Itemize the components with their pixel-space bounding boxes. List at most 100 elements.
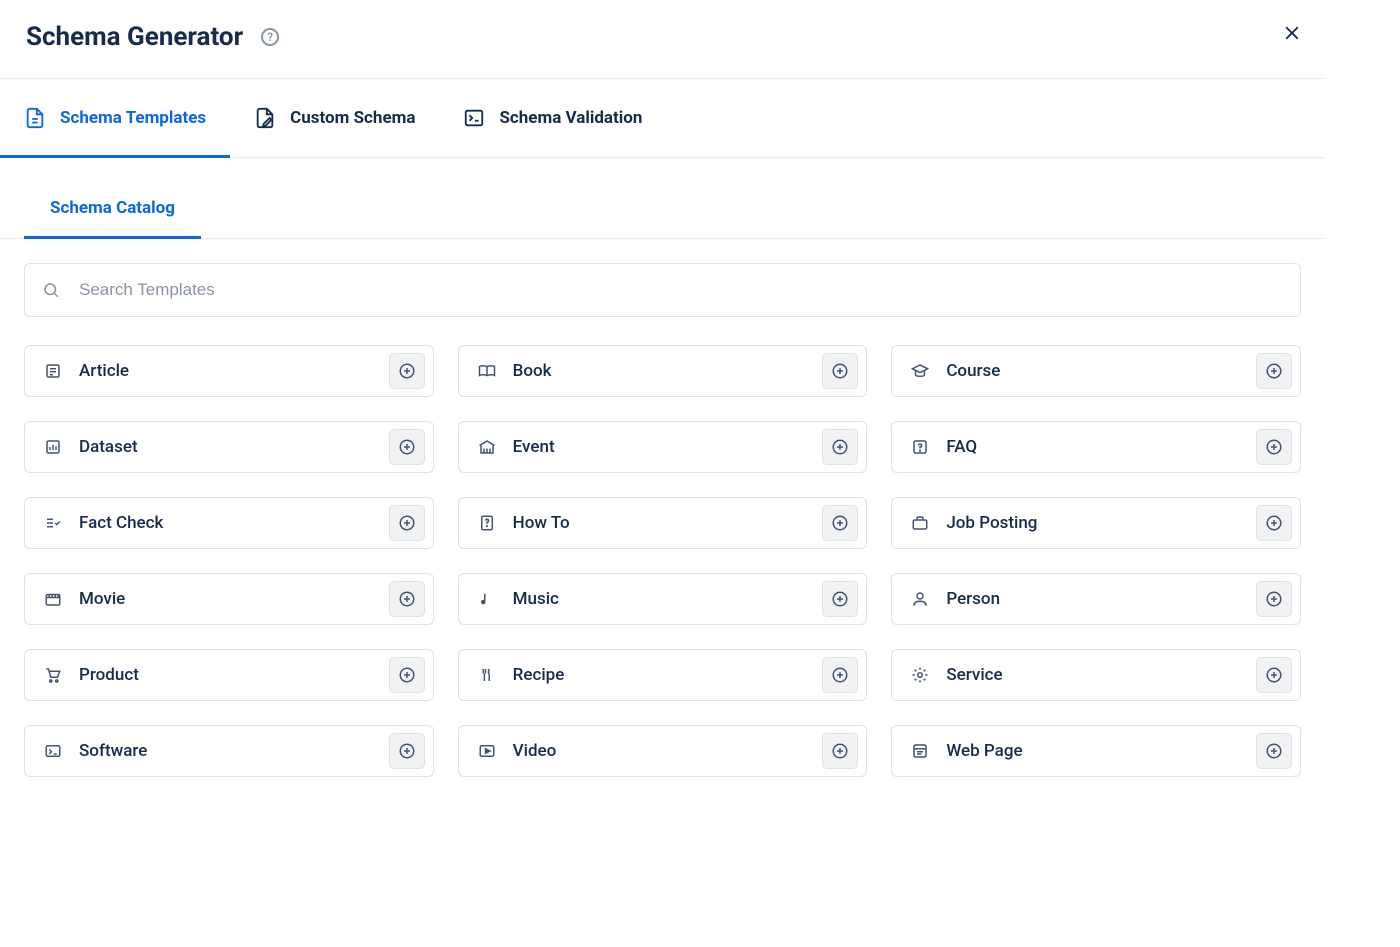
recipe-icon: [477, 665, 497, 685]
template-grid: Article Book Course Dataset Event FAQ Fact Che…: [24, 345, 1301, 777]
add-template-button[interactable]: [1256, 505, 1292, 541]
template-card-label: Course: [946, 361, 1256, 381]
help-icon[interactable]: ?: [261, 28, 279, 46]
template-card-event[interactable]: Event: [458, 421, 868, 473]
add-template-button[interactable]: [822, 581, 858, 617]
add-template-button[interactable]: [1256, 353, 1292, 389]
add-template-button[interactable]: [389, 505, 425, 541]
tab-label: Schema Templates: [60, 108, 206, 128]
add-template-button[interactable]: [822, 657, 858, 693]
file-edit-icon: [254, 107, 276, 129]
template-card-label: Article: [79, 361, 389, 381]
template-card-label: Person: [946, 589, 1256, 609]
faq-icon: [910, 437, 930, 457]
template-card-service[interactable]: Service: [891, 649, 1301, 701]
template-card-label: Music: [513, 589, 823, 609]
template-card-label: Event: [513, 437, 823, 457]
template-card-recipe[interactable]: Recipe: [458, 649, 868, 701]
how-to-icon: [477, 513, 497, 533]
plus-circle-icon: [398, 362, 416, 380]
movie-icon: [43, 589, 63, 609]
product-icon: [43, 665, 63, 685]
fact-check-icon: [43, 513, 63, 533]
template-card-product[interactable]: Product: [24, 649, 434, 701]
search-input[interactable]: [24, 263, 1301, 317]
template-card-label: Job Posting: [946, 513, 1256, 533]
event-icon: [477, 437, 497, 457]
template-card-how-to[interactable]: How To: [458, 497, 868, 549]
template-card-music[interactable]: Music: [458, 573, 868, 625]
add-template-button[interactable]: [1256, 657, 1292, 693]
main-tabs: Schema Templates Custom Schema Schema Va…: [0, 79, 1325, 158]
book-icon: [477, 361, 497, 381]
template-card-software[interactable]: Software: [24, 725, 434, 777]
add-template-button[interactable]: [822, 353, 858, 389]
add-template-button[interactable]: [1256, 429, 1292, 465]
sub-tab-label: Schema Catalog: [50, 198, 175, 218]
article-icon: [43, 361, 63, 381]
add-template-button[interactable]: [389, 429, 425, 465]
template-card-dataset[interactable]: Dataset: [24, 421, 434, 473]
template-card-label: Book: [513, 361, 823, 381]
template-card-label: Software: [79, 741, 389, 761]
template-card-label: Dataset: [79, 437, 389, 457]
add-template-button[interactable]: [1256, 733, 1292, 769]
add-template-button[interactable]: [822, 429, 858, 465]
close-icon: [1283, 24, 1301, 42]
terminal-icon: [463, 107, 485, 129]
plus-circle-icon: [398, 438, 416, 456]
panel-title: Schema Generator: [26, 22, 243, 52]
template-card-fact-check[interactable]: Fact Check: [24, 497, 434, 549]
template-card-label: Movie: [79, 589, 389, 609]
tab-label: Custom Schema: [290, 108, 415, 128]
template-card-article[interactable]: Article: [24, 345, 434, 397]
music-icon: [477, 589, 497, 609]
add-template-button[interactable]: [389, 657, 425, 693]
plus-circle-icon: [831, 514, 849, 532]
schema-generator-panel: Schema Generator ? Schema Templates Cust…: [0, 0, 1325, 801]
plus-circle-icon: [398, 514, 416, 532]
person-icon: [910, 589, 930, 609]
template-card-course[interactable]: Course: [891, 345, 1301, 397]
add-template-button[interactable]: [822, 733, 858, 769]
plus-circle-icon: [398, 590, 416, 608]
tab-schema-validation[interactable]: Schema Validation: [463, 79, 642, 157]
template-card-person[interactable]: Person: [891, 573, 1301, 625]
template-card-web-page[interactable]: Web Page: [891, 725, 1301, 777]
template-card-label: Web Page: [946, 741, 1256, 761]
template-card-label: Service: [946, 665, 1256, 685]
plus-circle-icon: [1265, 362, 1283, 380]
template-card-label: Fact Check: [79, 513, 389, 533]
software-icon: [43, 741, 63, 761]
plus-circle-icon: [398, 666, 416, 684]
template-card-video[interactable]: Video: [458, 725, 868, 777]
template-card-label: Product: [79, 665, 389, 685]
job-posting-icon: [910, 513, 930, 533]
add-template-button[interactable]: [389, 353, 425, 389]
video-icon: [477, 741, 497, 761]
template-card-label: FAQ: [946, 437, 1256, 457]
sub-tab-schema-catalog[interactable]: Schema Catalog: [24, 198, 201, 238]
plus-circle-icon: [831, 362, 849, 380]
dataset-icon: [43, 437, 63, 457]
template-card-faq[interactable]: FAQ: [891, 421, 1301, 473]
template-card-label: How To: [513, 513, 823, 533]
add-template-button[interactable]: [389, 733, 425, 769]
tab-custom-schema[interactable]: Custom Schema: [254, 79, 415, 157]
template-card-label: Recipe: [513, 665, 823, 685]
tab-schema-templates[interactable]: Schema Templates: [24, 79, 206, 157]
content-area: Article Book Course Dataset Event FAQ Fact Che…: [0, 239, 1325, 801]
add-template-button[interactable]: [1256, 581, 1292, 617]
plus-circle-icon: [1265, 666, 1283, 684]
sub-tabs: Schema Catalog: [0, 198, 1325, 239]
plus-circle-icon: [831, 590, 849, 608]
template-card-movie[interactable]: Movie: [24, 573, 434, 625]
plus-circle-icon: [1265, 590, 1283, 608]
template-card-job-posting[interactable]: Job Posting: [891, 497, 1301, 549]
add-template-button[interactable]: [822, 505, 858, 541]
web-page-icon: [910, 741, 930, 761]
add-template-button[interactable]: [389, 581, 425, 617]
template-card-book[interactable]: Book: [458, 345, 868, 397]
close-button[interactable]: [1277, 18, 1307, 48]
plus-circle-icon: [1265, 514, 1283, 532]
